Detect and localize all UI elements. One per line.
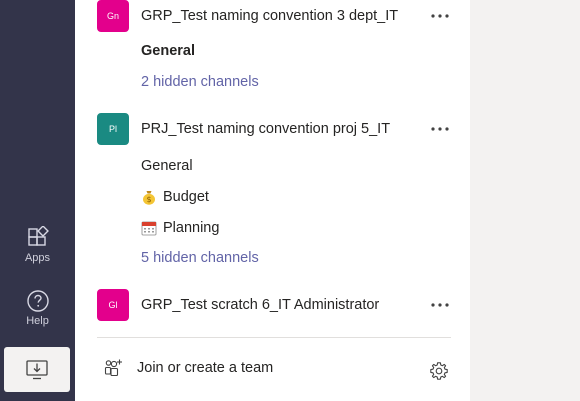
apps-icon bbox=[27, 226, 49, 246]
teams-list-panel: Gn GRP_Test naming convention 3 dept_IT … bbox=[75, 0, 470, 401]
channel-item[interactable]: $ Budget bbox=[141, 189, 209, 205]
channel-item[interactable]: General bbox=[141, 158, 193, 174]
hidden-channels-link[interactable]: 5 hidden channels bbox=[141, 250, 259, 266]
rail-help-label: Help bbox=[26, 315, 49, 327]
join-or-create-team-button[interactable]: Join or create a team bbox=[103, 358, 273, 378]
rail-apps-button[interactable]: Apps bbox=[0, 226, 75, 264]
team-row[interactable]: Gn GRP_Test naming convention 3 dept_IT bbox=[75, 0, 470, 32]
channel-item[interactable]: Planning bbox=[141, 220, 219, 236]
channel-label: Budget bbox=[163, 189, 209, 205]
team-more-options-button[interactable] bbox=[429, 295, 451, 315]
rail-apps-label: Apps bbox=[24, 252, 51, 264]
money-bag-icon: $ bbox=[143, 191, 155, 205]
gear-icon bbox=[430, 362, 448, 380]
team-name: GRP_Test naming convention 3 dept_IT bbox=[141, 8, 399, 24]
more-icon bbox=[431, 303, 449, 307]
more-icon bbox=[431, 127, 449, 131]
team-avatar: Pl bbox=[97, 113, 129, 145]
calendar-icon bbox=[141, 221, 157, 236]
team-avatar: Gl bbox=[97, 289, 129, 321]
download-icon bbox=[26, 359, 48, 379]
team-row[interactable]: Gl GRP_Test scratch 6_IT Administrator bbox=[75, 289, 470, 321]
main-content-area bbox=[470, 0, 580, 401]
team-avatar: Gn bbox=[97, 0, 129, 32]
team-name: GRP_Test scratch 6_IT Administrator bbox=[141, 297, 380, 313]
team-name: PRJ_Test naming convention proj 5_IT bbox=[141, 121, 391, 137]
download-desktop-app-button[interactable] bbox=[4, 347, 70, 392]
app-rail: Apps Help bbox=[0, 0, 75, 401]
rail-help-button[interactable]: Help bbox=[0, 289, 75, 327]
footer-divider bbox=[97, 337, 451, 338]
hidden-channels-link[interactable]: 2 hidden channels bbox=[141, 74, 259, 90]
manage-teams-settings-button[interactable] bbox=[428, 360, 450, 382]
teams-window: Apps Help Gn GRP_Test naming convention … bbox=[0, 0, 580, 401]
join-team-icon bbox=[104, 359, 122, 377]
channel-label: Planning bbox=[163, 220, 220, 236]
join-or-create-team-label: Join or create a team bbox=[137, 360, 274, 376]
team-row[interactable]: Pl PRJ_Test naming convention proj 5_IT bbox=[75, 113, 470, 145]
svg-text:$: $ bbox=[146, 195, 151, 204]
team-more-options-button[interactable] bbox=[429, 119, 451, 139]
more-icon bbox=[431, 14, 449, 18]
help-icon bbox=[26, 290, 49, 312]
channel-item[interactable]: General bbox=[141, 43, 195, 59]
team-more-options-button[interactable] bbox=[429, 6, 451, 26]
